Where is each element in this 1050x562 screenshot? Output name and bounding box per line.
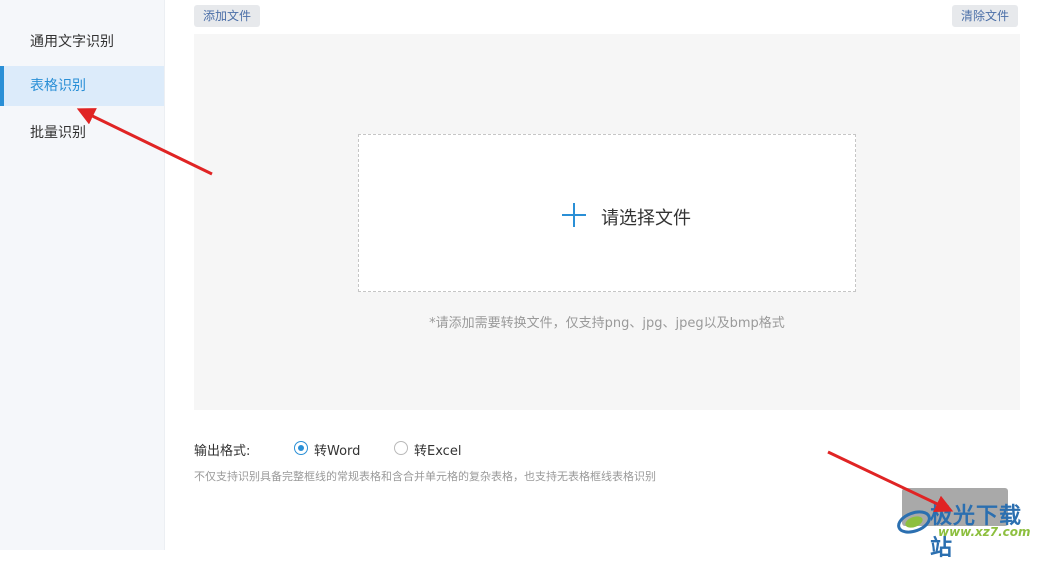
radio-excel-label[interactable]: 转Excel xyxy=(414,440,461,459)
radio-word-label[interactable]: 转Word xyxy=(314,440,360,459)
radio-word[interactable] xyxy=(294,441,308,455)
clear-file-button[interactable]: 清除文件 xyxy=(952,5,1019,27)
sidebar-item-table-ocr[interactable]: 表格识别 xyxy=(0,66,164,106)
output-format-label: 输出格式: xyxy=(194,444,251,459)
add-file-button[interactable]: 添加文件 xyxy=(194,5,261,27)
sidebar-item-label: 通用文字识别 xyxy=(30,34,114,50)
upload-panel: 请选择文件 *请添加需要转换文件，仅支持png、jpg、jpeg以及bmp格式 xyxy=(194,34,1020,410)
file-dropzone[interactable]: 请选择文件 xyxy=(358,134,856,292)
select-file-label: 请选择文件 xyxy=(601,208,691,229)
supported-formats-hint: *请添加需要转换文件，仅支持png、jpg、jpeg以及bmp格式 xyxy=(429,316,785,331)
sidebar-item-batch-ocr[interactable]: 批量识别 xyxy=(0,113,164,153)
sidebar: 通用文字识别 表格识别 批量识别 xyxy=(0,0,165,550)
watermark-logo-icon xyxy=(897,510,931,534)
plus-icon xyxy=(562,203,586,227)
sidebar-item-label: 表格识别 xyxy=(30,78,86,94)
watermark-url: www.xz7.com xyxy=(938,525,1031,539)
output-format-description: 不仅支持识别具备完整框线的常规表格和含合并单元格的复杂表格，也支持无表格框线表格… xyxy=(194,470,656,483)
sidebar-item-label: 批量识别 xyxy=(30,125,86,141)
site-watermark: 极光下载站 www.xz7.com xyxy=(894,494,1044,561)
radio-excel[interactable] xyxy=(394,441,408,455)
sidebar-item-general-ocr[interactable]: 通用文字识别 xyxy=(0,22,164,62)
